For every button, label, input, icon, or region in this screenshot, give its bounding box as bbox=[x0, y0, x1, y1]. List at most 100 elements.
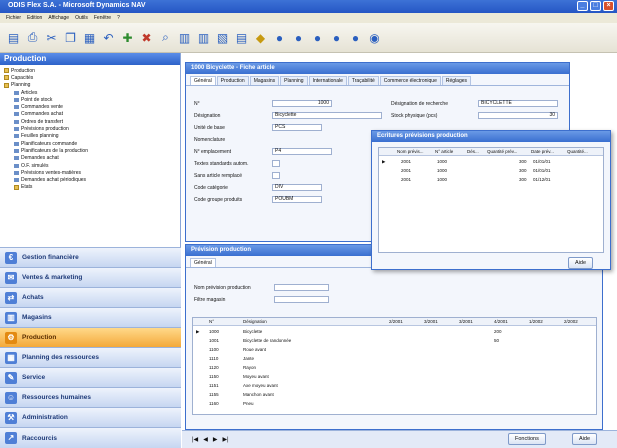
tree-item[interactable]: Planning bbox=[4, 82, 176, 89]
cut-icon[interactable]: ✂ bbox=[44, 30, 59, 45]
refresh-icon[interactable]: ● bbox=[310, 30, 325, 45]
help-icon[interactable]: ◉ bbox=[367, 30, 382, 45]
table-row-value[interactable]: 200 bbox=[494, 329, 502, 334]
tree-item[interactable]: Point de stock bbox=[4, 96, 176, 103]
tree-item[interactable]: Ordres de transfert bbox=[4, 118, 176, 125]
tab-magasins[interactable]: Magasins bbox=[249, 76, 280, 85]
previous-page-icon[interactable]: ◀ bbox=[203, 436, 208, 443]
tree-item[interactable]: Commandes vente bbox=[4, 103, 176, 110]
menu-view[interactable]: Affichage bbox=[48, 15, 69, 21]
tab-planning[interactable]: Planning bbox=[280, 76, 308, 85]
tree-item[interactable]: Capacités bbox=[4, 74, 176, 81]
entry-qty[interactable]: 300 bbox=[519, 168, 527, 173]
table-row-no[interactable]: 1120 bbox=[209, 365, 219, 370]
nav-gestion-financiere[interactable]: € Gestion financière bbox=[0, 247, 181, 267]
forecast-matrix[interactable]: N° Désignation 2/2001 3/2001 3/2001 4/20… bbox=[192, 317, 597, 415]
entry-qty[interactable]: 300 bbox=[519, 177, 527, 182]
table-row-no[interactable]: 1000 bbox=[209, 329, 219, 334]
filter-icon[interactable]: ▥ bbox=[177, 30, 192, 45]
table-row-desc[interactable]: Pneu bbox=[243, 401, 254, 406]
tree-item[interactable]: Planificateurs de la production bbox=[4, 147, 176, 154]
menu-edit[interactable]: Edition bbox=[27, 15, 42, 21]
item-no-input[interactable]: 1000 bbox=[272, 100, 332, 107]
tree-item[interactable]: Etats bbox=[4, 184, 176, 191]
showall-icon[interactable]: ▧ bbox=[215, 30, 230, 45]
tree-item[interactable]: Prévisions production bbox=[4, 125, 176, 132]
description-input[interactable]: Bicyclette bbox=[272, 112, 382, 119]
tree-item[interactable]: Prévisions ventes-matières bbox=[4, 169, 176, 176]
table-row-value[interactable]: 50 bbox=[494, 338, 499, 343]
nav-planning-ressources[interactable]: ▦ Planning des ressources bbox=[0, 347, 181, 367]
location-filter-input[interactable] bbox=[274, 296, 329, 303]
bin-code-input[interactable]: P4 bbox=[272, 148, 332, 155]
table-row-no[interactable]: 1100 bbox=[209, 347, 219, 352]
entry-forecast-name[interactable]: 2001 bbox=[401, 168, 411, 173]
table-row-desc[interactable]: Bicyclette de randonnée bbox=[243, 338, 291, 343]
table-row-desc[interactable]: Jante bbox=[243, 356, 254, 361]
tab-reglages[interactable]: Réglages bbox=[441, 76, 472, 85]
tree-item[interactable]: Production bbox=[4, 67, 176, 74]
tree-item[interactable]: Demandes achat périodiques bbox=[4, 176, 176, 183]
close-icon[interactable]: × bbox=[603, 1, 614, 11]
copy-icon[interactable]: ❐ bbox=[63, 30, 78, 45]
tab-production[interactable]: Production bbox=[216, 76, 249, 85]
tree-item[interactable]: Feuilles planning bbox=[4, 133, 176, 140]
maximize-icon[interactable]: □ bbox=[590, 1, 601, 11]
category-input[interactable]: DIV bbox=[272, 184, 322, 191]
undo-icon[interactable]: ↶ bbox=[101, 30, 116, 45]
tree-item[interactable]: Commandes achat bbox=[4, 111, 176, 118]
nav-production[interactable]: ⚙ Production bbox=[0, 327, 181, 347]
help-button[interactable]: Aide bbox=[572, 433, 598, 445]
last-page-icon[interactable]: ▶| bbox=[222, 436, 228, 443]
tree-item[interactable]: Planificateurs commande bbox=[4, 140, 176, 147]
entry-item-no[interactable]: 1000 bbox=[437, 177, 447, 182]
tree-item[interactable]: Articles bbox=[4, 89, 176, 96]
flowfilter-icon[interactable]: ▥ bbox=[196, 30, 211, 45]
nav-service[interactable]: ✎ Service bbox=[0, 367, 181, 387]
table-row-desc[interactable]: Moyeu avant bbox=[243, 374, 269, 379]
next-page-icon[interactable]: ▶ bbox=[213, 436, 218, 443]
tab-general[interactable]: Général bbox=[190, 76, 216, 85]
inventory-input[interactable]: 30 bbox=[478, 112, 558, 119]
table-row-no[interactable]: 1151 bbox=[209, 383, 219, 388]
menu-help[interactable]: ? bbox=[117, 15, 120, 21]
entry-item-no[interactable]: 1000 bbox=[437, 168, 447, 173]
entries-help-button[interactable]: Aide bbox=[568, 257, 594, 269]
entry-date[interactable]: 01/12/01 bbox=[533, 177, 551, 182]
insert-icon[interactable]: ✚ bbox=[120, 30, 135, 45]
table-row-no[interactable]: 1150 bbox=[209, 374, 219, 379]
minimize-icon[interactable]: _ bbox=[577, 1, 588, 11]
entry-item-no[interactable]: 1000 bbox=[437, 159, 447, 164]
new-icon[interactable]: ▤ bbox=[6, 30, 21, 45]
tab-commerce-electronique[interactable]: Commerce électronique bbox=[379, 76, 441, 85]
entry-qty[interactable]: 300 bbox=[519, 159, 527, 164]
forecast-name-input[interactable] bbox=[274, 284, 329, 291]
lookup-icon[interactable]: ◆ bbox=[253, 30, 268, 45]
entry-forecast-name[interactable]: 2001 bbox=[401, 159, 411, 164]
table-row-desc[interactable]: Axe moyeu avant bbox=[243, 383, 278, 388]
paste-icon[interactable]: ▦ bbox=[82, 30, 97, 45]
menu-file[interactable]: Fichier bbox=[6, 15, 21, 21]
last-record-icon[interactable]: ● bbox=[348, 30, 363, 45]
first-record-icon[interactable]: ● bbox=[272, 30, 287, 45]
table-row-no[interactable]: 1160 bbox=[209, 401, 219, 406]
previous-record-icon[interactable]: ● bbox=[291, 30, 306, 45]
base-unit-input[interactable]: PCS bbox=[272, 124, 322, 131]
product-group-input[interactable]: POUBM bbox=[272, 196, 322, 203]
nav-raccourcis[interactable]: ↗ Raccourcis bbox=[0, 427, 181, 448]
next-record-icon[interactable]: ● bbox=[329, 30, 344, 45]
sort-icon[interactable]: ▤ bbox=[234, 30, 249, 45]
table-row-desc[interactable]: Bicyclette bbox=[243, 329, 262, 334]
table-row-no[interactable]: 1110 bbox=[209, 356, 218, 361]
find-icon[interactable]: ⌕ bbox=[158, 30, 173, 45]
table-row-no[interactable]: 1001 bbox=[209, 338, 219, 343]
menu-window[interactable]: Fenêtre bbox=[94, 15, 111, 21]
nav-ressources-humaines[interactable]: ☺ Ressources humaines bbox=[0, 387, 181, 407]
functions-button[interactable]: Fonctions bbox=[508, 433, 546, 445]
tree-item[interactable]: O.F. simulés bbox=[4, 162, 176, 169]
tree-item[interactable]: Demandes achat bbox=[4, 155, 176, 162]
table-row-desc[interactable]: Rayon bbox=[243, 365, 256, 370]
nav-achats[interactable]: ⇄ Achats bbox=[0, 287, 181, 307]
substitute-checkbox[interactable] bbox=[272, 172, 280, 179]
entries-grid[interactable]: Nom prévis... N° article Dés... Quantité… bbox=[378, 147, 604, 253]
